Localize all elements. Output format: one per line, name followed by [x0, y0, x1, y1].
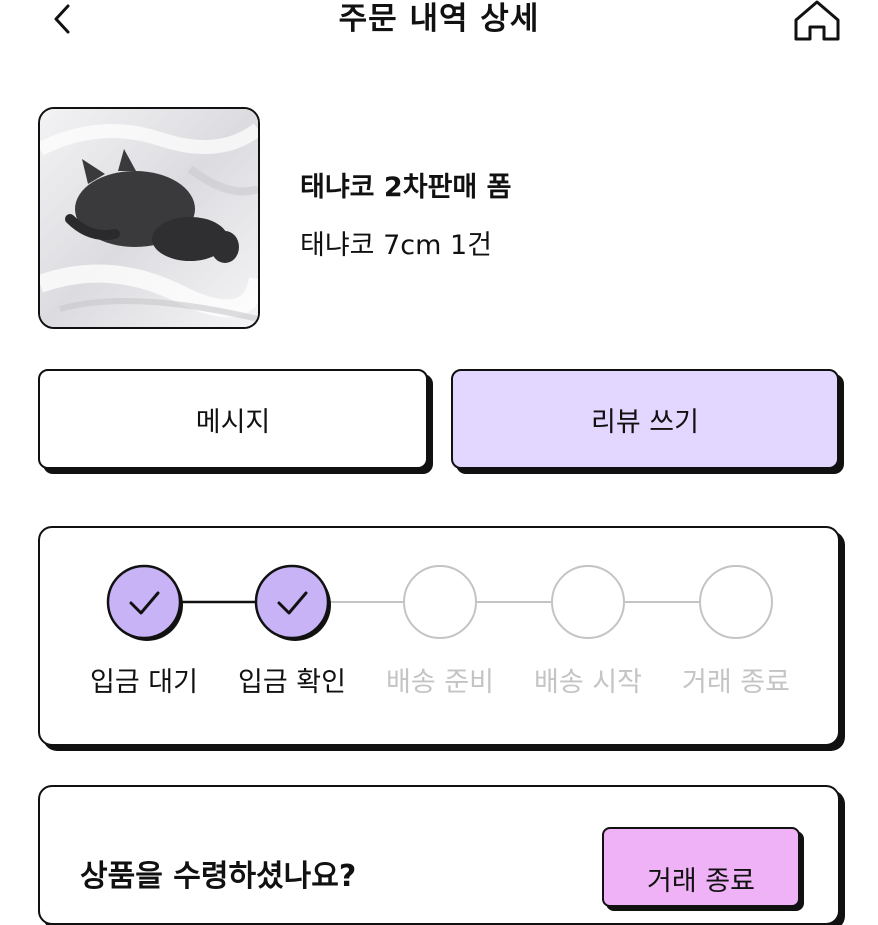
product-option: 태냐코 7cm 1건 — [300, 230, 493, 261]
progress-step-marker — [254, 564, 331, 641]
write-review-button[interactable]: 리뷰 쓰기 — [451, 369, 839, 469]
home-icon — [794, 0, 840, 41]
home-button[interactable] — [790, 0, 844, 42]
receipt-question: 상품을 수령하셨나요? — [80, 859, 357, 894]
message-button[interactable]: 메시지 — [38, 369, 428, 469]
product-image — [40, 109, 258, 327]
progress-step-marker — [106, 564, 183, 641]
progress-step-label: 입금 확인 — [238, 667, 346, 698]
progress-tracker — [106, 564, 773, 641]
order-progress-card: 입금 대기 입금 확인 배송 준비 배송 시작 거래 종료 — [38, 526, 840, 746]
complete-transaction-button[interactable]: 거래 종료 — [602, 827, 800, 907]
progress-step-label: 입금 대기 — [90, 667, 198, 698]
page-title: 주문 내역 상세 — [338, 1, 540, 37]
progress-step-marker — [551, 565, 625, 639]
progress-step-label: 배송 시작 — [534, 667, 642, 698]
header: 주문 내역 상세 — [0, 0, 878, 44]
progress-step-label: 거래 종료 — [682, 667, 790, 698]
progress-step-marker — [403, 565, 477, 639]
product-thumbnail[interactable] — [38, 107, 260, 329]
receipt-confirm-card: 상품을 수령하셨나요? 거래 종료 — [38, 785, 840, 925]
progress-step-marker — [699, 565, 773, 639]
progress-step-label: 배송 준비 — [386, 667, 494, 698]
product-name: 태냐코 2차판매 폼 — [300, 172, 512, 203]
